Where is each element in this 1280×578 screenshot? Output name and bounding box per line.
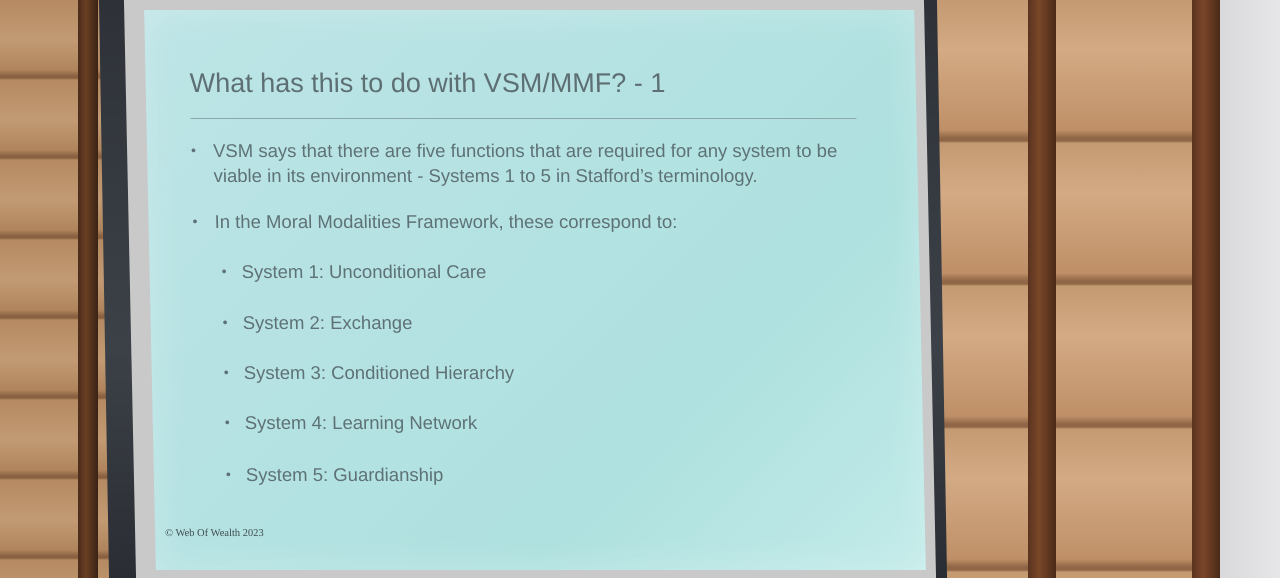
bullet-dot-icon: • [190,142,197,158]
sub-bullet-text: System 2: Exchange [242,312,413,333]
bullet-dot-icon: • [192,213,198,229]
bullet-dot-icon: • [222,314,228,330]
wood-wall-right [920,0,1280,578]
bullet-item: • In the Moral Modalities Framework, the… [192,209,853,234]
wood-post-right-b [1192,0,1220,578]
bullet-dot-icon: • [223,364,229,380]
bullet-dot-icon: • [224,414,230,430]
slide-title: What has this to do with VSM/MMF? - 1 [189,68,666,98]
bullet-text: VSM says that there are five functions t… [212,140,838,186]
sub-bullet-text: System 1: Unconditional Care [241,261,487,282]
bullet-text: In the Moral Modalities Framework, these… [214,211,678,232]
slide-footer-copyright: © Web Of Wealth 2023 [164,528,264,539]
projected-slide: What has this to do with VSM/MMF? - 1 • … [144,10,926,570]
sub-bullet-text: System 3: Conditioned Hierarchy [243,362,515,383]
bullet-item: • VSM says that there are five functions… [191,138,852,188]
photo-scene: What has this to do with VSM/MMF? - 1 • … [0,0,1280,578]
bullet-dot-icon: • [225,466,231,482]
sub-bullet-text: System 5: Guardianship [245,464,444,485]
sub-bullet-text: System 4: Learning Network [244,412,478,433]
sub-bullet-item: • System 3: Conditioned Hierarchy [223,360,515,385]
sub-bullet-item: • System 1: Unconditional Care [221,259,486,284]
sub-bullet-item: • System 2: Exchange [222,310,413,335]
wall-strip [1220,0,1280,578]
wood-post-left [78,0,98,578]
sub-bullet-item: • System 4: Learning Network [225,410,478,435]
sub-bullet-item: • System 5: Guardianship [226,462,444,487]
wood-post-right-a [1028,0,1056,578]
bullet-dot-icon: • [221,263,227,279]
wood-wall-left [0,0,110,578]
title-divider [190,118,857,119]
